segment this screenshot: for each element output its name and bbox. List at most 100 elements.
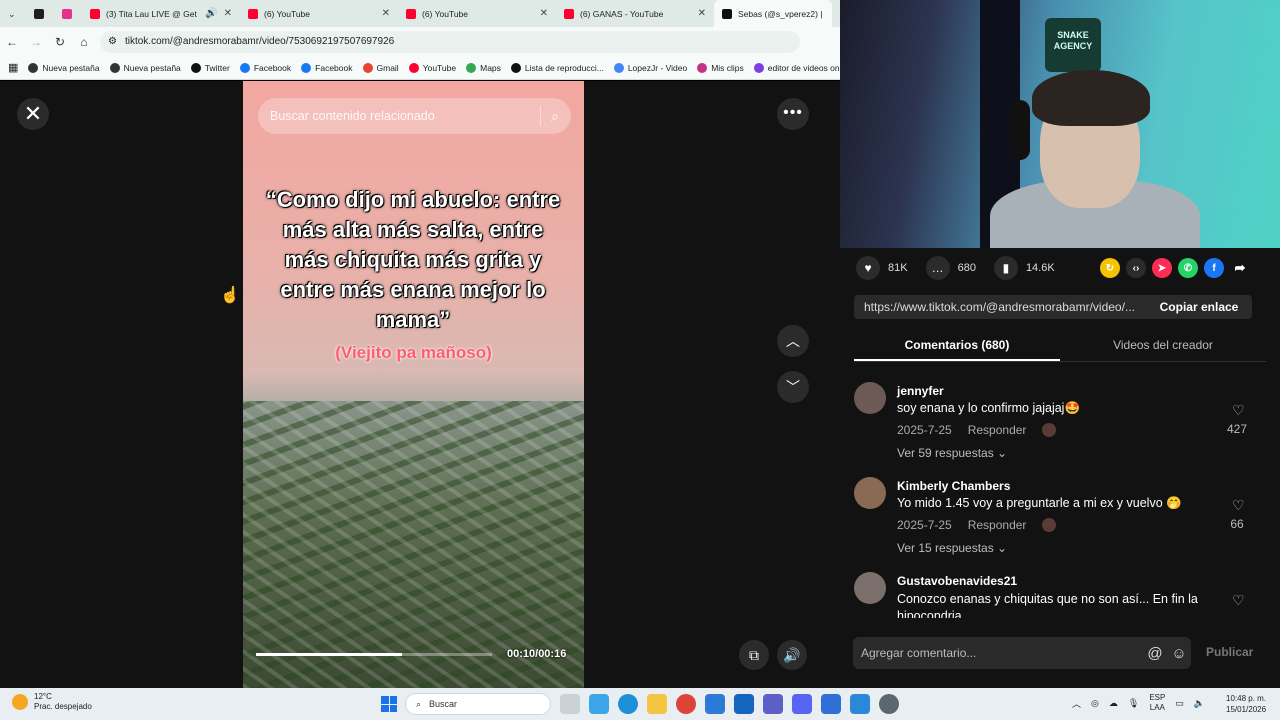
- close-tab-icon[interactable]: ✕: [540, 8, 548, 19]
- bookmark-icon: [239, 62, 250, 73]
- heart-icon[interactable]: ♡: [1232, 402, 1245, 419]
- home-icon[interactable]: ⌂: [72, 35, 96, 49]
- comment-author[interactable]: Kimberly Chambers: [897, 479, 1010, 493]
- teams-icon[interactable]: [763, 694, 783, 714]
- like-button[interactable]: ♥: [856, 256, 880, 280]
- close-tab-icon[interactable]: ✕: [382, 8, 390, 19]
- close-tab-icon[interactable]: ✕: [224, 8, 232, 19]
- apps-grid-icon[interactable]: ▦: [8, 61, 18, 74]
- reply-button[interactable]: Responder: [968, 423, 1027, 437]
- close-tab-icon[interactable]: ✕: [698, 8, 706, 19]
- microphone-icon[interactable]: 🎙: [1128, 698, 1139, 709]
- close-icon[interactable]: ✕: [17, 98, 49, 130]
- heart-icon[interactable]: ♡: [1232, 497, 1245, 514]
- clock[interactable]: 10:48 p. m. 15/01/2026: [1226, 693, 1266, 715]
- copy-link-button[interactable]: Copiar enlace: [1146, 300, 1252, 314]
- language-indicator[interactable]: ESP LAA: [1149, 693, 1165, 713]
- weather-widget[interactable]: 12°C Prac. despejado: [12, 692, 92, 712]
- bookmark-item[interactable]: Maps: [466, 62, 501, 73]
- bookmark-item[interactable]: Gmail: [362, 62, 399, 73]
- volume-icon[interactable]: 🔈: [1194, 698, 1205, 709]
- progress-bar[interactable]: [256, 653, 492, 656]
- tab-creator-videos[interactable]: Videos del creador: [1060, 334, 1266, 361]
- lang-code: ESP: [1149, 693, 1166, 702]
- chevron-up-icon[interactable]: ︿: [1072, 697, 1081, 710]
- bookmark-button[interactable]: ▮: [993, 256, 1018, 280]
- wifi-icon[interactable]: ▭: [1175, 698, 1184, 709]
- comment-author[interactable]: jennyfer: [897, 384, 944, 398]
- bookmark-item[interactable]: Mis clips: [697, 62, 744, 73]
- volume-icon[interactable]: 🔊: [777, 640, 807, 670]
- browser-tab[interactable]: [26, 0, 54, 27]
- speaker-icon[interactable]: 🔊: [205, 8, 217, 19]
- bookmark-item[interactable]: Nueva pestaña: [109, 62, 181, 73]
- avatar[interactable]: [854, 477, 886, 509]
- video-player[interactable]: Buscar contenido relacionado ⌕ “Como dij…: [243, 81, 584, 688]
- app-icon[interactable]: [850, 694, 870, 714]
- share-arrow-icon[interactable]: ➦: [1230, 258, 1250, 278]
- browser-tab[interactable]: (6) YouTube ✕: [240, 0, 398, 27]
- mention-icon[interactable]: @: [1143, 645, 1167, 662]
- browser-tab[interactable]: [54, 0, 82, 27]
- cloud-icon[interactable]: ☁: [1109, 698, 1118, 709]
- related-search-input[interactable]: Buscar contenido relacionado ⌕: [258, 98, 571, 134]
- wall-sign: SNAKE AGENCY: [1045, 18, 1101, 72]
- reply-button[interactable]: Responder: [968, 518, 1027, 532]
- bookmark-item[interactable]: YouTube: [408, 62, 456, 73]
- bookmark-item[interactable]: Twitter: [190, 62, 230, 73]
- network-icon[interactable]: ◎: [1091, 698, 1099, 709]
- avatar[interactable]: [854, 382, 886, 414]
- url-field[interactable]: ⚙ tiktok.com/@andresmorabamr/video/75306…: [100, 30, 800, 53]
- view-replies-button[interactable]: Ver 59 respuestas ⌄: [897, 446, 1007, 460]
- bookmark-item[interactable]: Facebook: [301, 62, 353, 73]
- forward-icon[interactable]: →: [24, 35, 48, 49]
- facebook-icon[interactable]: f: [1204, 258, 1224, 278]
- windows-start-icon[interactable]: [381, 696, 397, 712]
- more-options-icon[interactable]: •••: [777, 98, 809, 130]
- comment-button[interactable]: …: [925, 256, 950, 280]
- repost-icon[interactable]: ↻: [1100, 258, 1120, 278]
- view-replies-button[interactable]: Ver 15 respuestas ⌄: [897, 541, 1007, 555]
- store-icon[interactable]: [705, 694, 725, 714]
- next-video-button[interactable]: ﹀: [777, 371, 809, 403]
- publish-button[interactable]: Publicar: [1206, 645, 1253, 659]
- reload-icon[interactable]: ↻: [48, 35, 72, 49]
- tab-title: (3) Tita Lau LIVE @ Get Cli: [106, 8, 200, 19]
- bookmark-item[interactable]: editor de videos onl: [753, 62, 842, 73]
- bookmark-icon: [190, 62, 201, 73]
- site-info-icon[interactable]: ⚙: [108, 36, 117, 47]
- avatar[interactable]: [854, 572, 886, 604]
- send-icon[interactable]: ➤: [1152, 258, 1172, 278]
- settings-icon[interactable]: [879, 694, 899, 714]
- embed-icon[interactable]: ‹›: [1126, 258, 1146, 278]
- taskbar-search[interactable]: ⌕ Buscar: [405, 693, 551, 715]
- copilot-icon[interactable]: [589, 694, 609, 714]
- whatsapp-icon[interactable]: ✆: [1178, 258, 1198, 278]
- mail-icon[interactable]: [734, 694, 754, 714]
- app-icon[interactable]: [821, 694, 841, 714]
- browser-tab[interactable]: (6) GANAS - YouTube ✕: [556, 0, 714, 27]
- bookmark-item[interactable]: Lista de reproducci...: [510, 62, 604, 73]
- previous-video-button[interactable]: ︿: [777, 325, 809, 357]
- chrome-icon[interactable]: [676, 694, 696, 714]
- bookmark-item[interactable]: Facebook: [239, 62, 291, 73]
- browser-tab[interactable]: (3) Tita Lau LIVE @ Get Cli 🔊 ✕: [82, 0, 240, 27]
- tab-title: (6) YouTube: [422, 8, 468, 19]
- task-view-icon[interactable]: [560, 694, 580, 714]
- heart-icon[interactable]: ♡: [1232, 592, 1245, 609]
- file-explorer-icon[interactable]: [647, 694, 667, 714]
- edge-icon[interactable]: [618, 694, 638, 714]
- emoji-icon[interactable]: ☺: [1167, 645, 1191, 662]
- bookmark-item[interactable]: LopezJr - Video: [613, 62, 687, 73]
- tab-comments[interactable]: Comentarios (680): [854, 334, 1060, 361]
- browser-tab-active[interactable]: Sebas (@s_vperez2) | TikTo: [714, 0, 832, 27]
- comment-author[interactable]: Gustavobenavides21: [897, 574, 1017, 588]
- discord-icon[interactable]: [792, 694, 812, 714]
- miniplayer-icon[interactable]: ⧉: [739, 640, 769, 670]
- search-icon[interactable]: ⌕: [551, 108, 559, 125]
- browser-tab[interactable]: (6) YouTube ✕: [398, 0, 556, 27]
- back-icon[interactable]: ←: [0, 35, 24, 49]
- bookmark-item[interactable]: Nueva pestaña: [28, 62, 100, 73]
- tab-menu[interactable]: ⌄: [4, 0, 26, 27]
- comment-input[interactable]: Agregar comentario... @ ☺: [853, 637, 1191, 669]
